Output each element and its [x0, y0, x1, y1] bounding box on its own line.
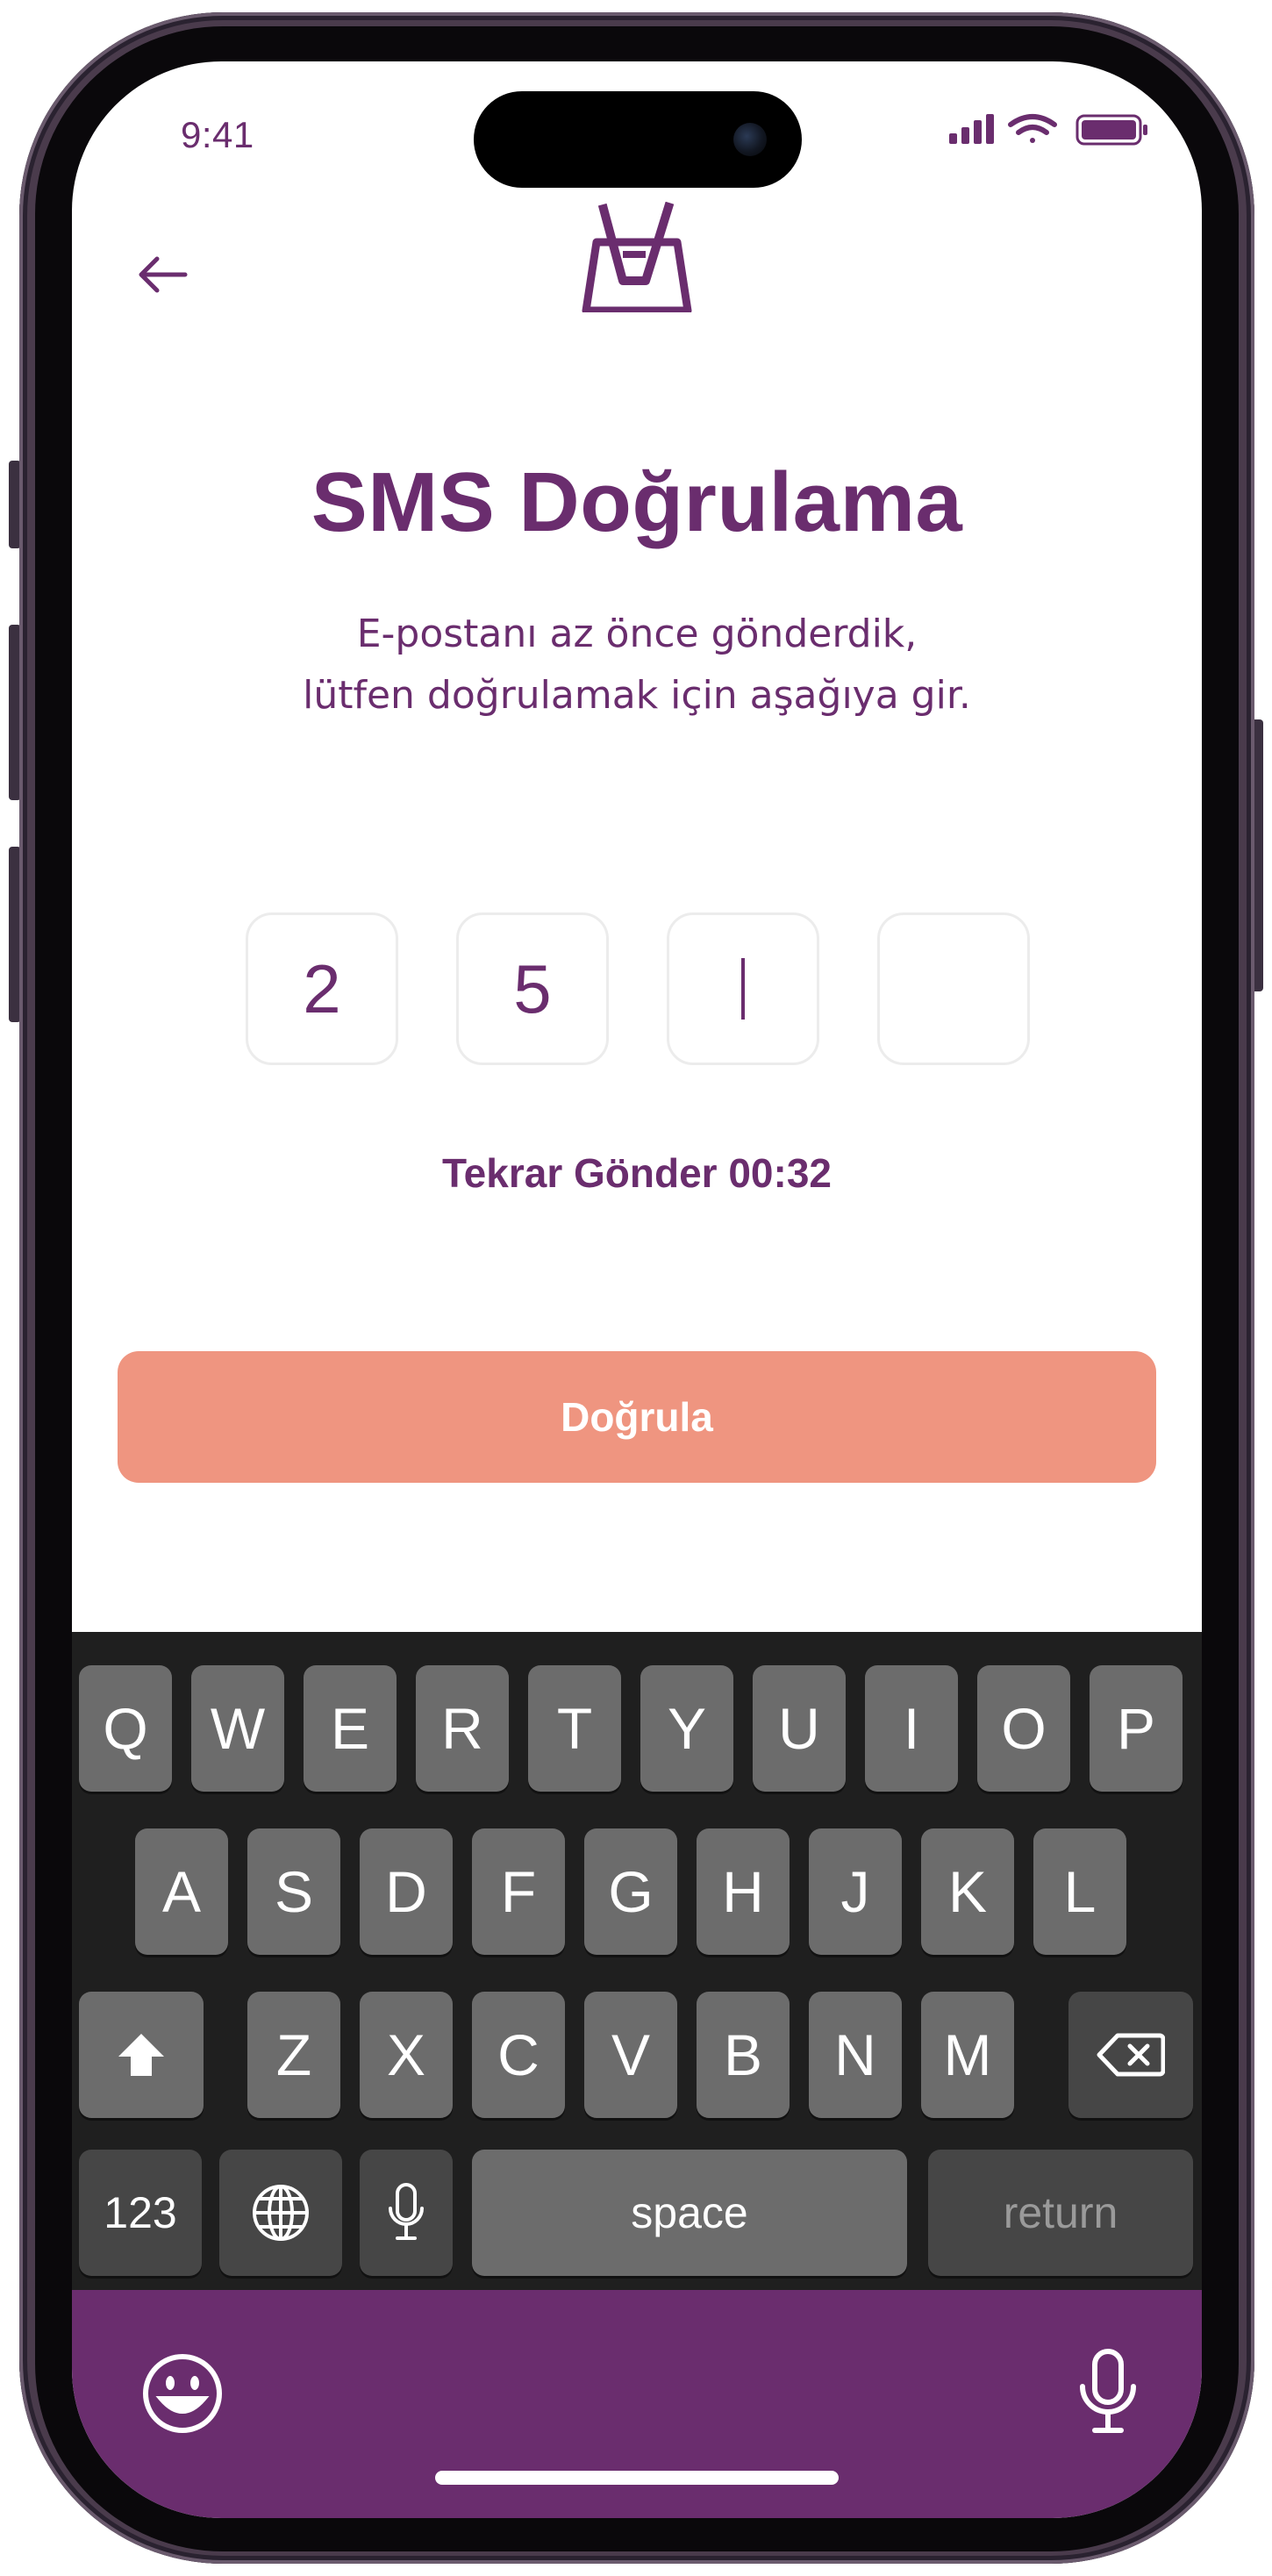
dynamic-island: [474, 91, 802, 188]
microphone-icon[interactable]: [1077, 2348, 1139, 2436]
code-digit-1[interactable]: 2: [246, 912, 398, 1065]
numbers-key[interactable]: 123: [79, 2150, 202, 2276]
verify-button[interactable]: Doğrula: [118, 1351, 1156, 1483]
subtitle-line-2: lütfen doğrulamak için aşağıya gir.: [303, 673, 971, 718]
key-w[interactable]: W: [191, 1665, 284, 1792]
cellular-signal-icon: [949, 114, 994, 144]
key-a[interactable]: A: [135, 1828, 228, 1955]
app-logo-icon: [582, 202, 692, 312]
key-e[interactable]: E: [304, 1665, 397, 1792]
return-key[interactable]: return: [928, 2150, 1193, 2276]
shift-key[interactable]: [79, 1992, 204, 2118]
key-x[interactable]: X: [360, 1992, 453, 2118]
backspace-icon: [1097, 2033, 1165, 2077]
key-c[interactable]: C: [472, 1992, 565, 2118]
code-digit-4[interactable]: [877, 912, 1030, 1065]
key-s[interactable]: S: [247, 1828, 340, 1955]
wifi-icon: [1008, 114, 1057, 143]
battery-icon: [1075, 114, 1147, 146]
code-digit-3[interactable]: [667, 912, 819, 1065]
status-time: 9:41: [181, 114, 254, 155]
key-o[interactable]: O: [977, 1665, 1070, 1792]
emoji-icon[interactable]: [140, 2351, 225, 2436]
home-indicator[interactable]: [435, 2471, 839, 2485]
key-n[interactable]: N: [809, 1992, 902, 2118]
key-y[interactable]: Y: [640, 1665, 733, 1792]
resend-code-timer[interactable]: Tekrar Gönder 00:32: [72, 1149, 1202, 1197]
key-h[interactable]: H: [697, 1828, 790, 1955]
subtitle-line-1: E-postanı az önce gönderdik,: [356, 612, 918, 656]
key-i[interactable]: I: [865, 1665, 958, 1792]
key-z[interactable]: Z: [247, 1992, 340, 2118]
space-key[interactable]: space: [472, 2150, 907, 2276]
page-title: SMS Doğrulama: [311, 455, 963, 549]
microphone-icon: [389, 2183, 424, 2240]
page-subtitle: E-postanı az önce gönderdik, lütfen doğr…: [72, 604, 1202, 726]
code-digit-2[interactable]: 5: [456, 912, 609, 1065]
screen: 9:41 SMS Doğrulama E-postanı az önce gön…: [72, 61, 1202, 2518]
status-icons: [949, 114, 1147, 146]
text-caret: [741, 958, 745, 1020]
globe-key[interactable]: [219, 2150, 342, 2276]
dictation-key[interactable]: [360, 2150, 453, 2276]
key-l[interactable]: L: [1033, 1828, 1126, 1955]
key-b[interactable]: B: [697, 1992, 790, 2118]
key-p[interactable]: P: [1090, 1665, 1183, 1792]
key-q[interactable]: Q: [79, 1665, 172, 1792]
key-u[interactable]: U: [753, 1665, 846, 1792]
arrow-left-icon: [139, 256, 188, 293]
back-button[interactable]: [123, 235, 202, 314]
key-d[interactable]: D: [360, 1828, 453, 1955]
key-g[interactable]: G: [584, 1828, 677, 1955]
key-v[interactable]: V: [584, 1992, 677, 2118]
keyboard: Q W E R T Y U I O P A S D F G H J K L Z …: [72, 1632, 1202, 2290]
key-k[interactable]: K: [921, 1828, 1014, 1955]
backspace-key[interactable]: [1068, 1992, 1193, 2118]
key-m[interactable]: M: [921, 1992, 1014, 2118]
key-f[interactable]: F: [472, 1828, 565, 1955]
shift-icon: [118, 2034, 164, 2076]
key-t[interactable]: T: [528, 1665, 621, 1792]
camera-icon: [733, 123, 767, 156]
globe-icon: [253, 2185, 309, 2241]
key-r[interactable]: R: [416, 1665, 509, 1792]
code-input-group: 2 5: [246, 912, 1035, 1065]
key-j[interactable]: J: [809, 1828, 902, 1955]
